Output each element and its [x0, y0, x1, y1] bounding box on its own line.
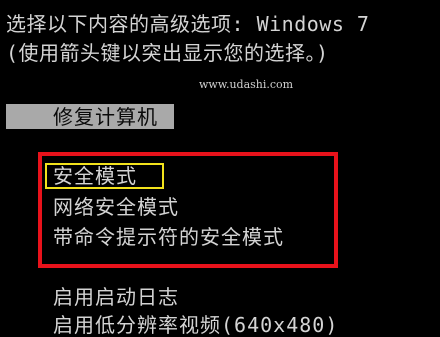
boot-options-screen: 选择以下内容的高级选项: Windows 7 (使用箭头键以突出显示您的选择。)…	[0, 0, 440, 337]
title-line: 选择以下内容的高级选项: Windows 7	[6, 12, 370, 36]
menu-item-low-resolution-video[interactable]: 启用低分辨率视频(640x480)	[53, 313, 338, 337]
menu-item-safe-mode-command-prompt[interactable]: 带命令提示符的安全模式	[53, 225, 284, 249]
menu-item-safe-mode-networking[interactable]: 网络安全模式	[53, 195, 179, 219]
menu-item-label: 修复计算机	[53, 105, 158, 129]
watermark: www.udashi.com	[199, 78, 294, 91]
instruction-line: (使用箭头键以突出显示您的选择。)	[6, 41, 329, 65]
menu-item-safe-mode[interactable]: 安全模式	[53, 164, 137, 188]
menu-item-boot-logging[interactable]: 启用启动日志	[53, 285, 179, 309]
menu-item-repair-computer[interactable]: 修复计算机	[6, 104, 174, 129]
